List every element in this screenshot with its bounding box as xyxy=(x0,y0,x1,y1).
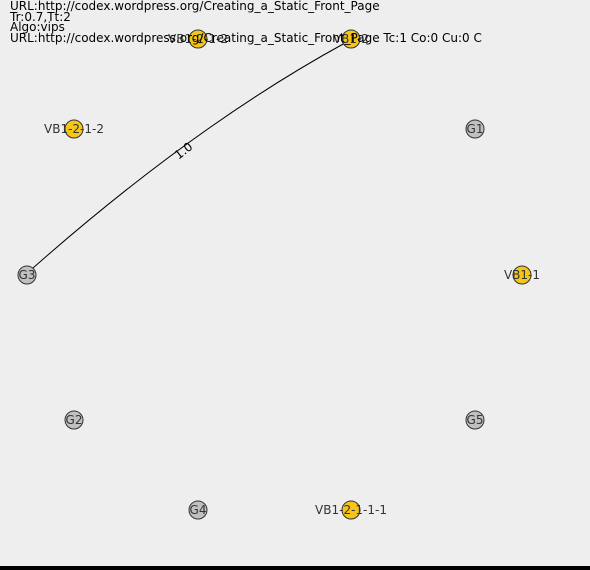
node-label: VB1-2-1-2 xyxy=(44,122,104,136)
node-vb1-1[interactable]: VB1-1 xyxy=(504,265,540,285)
node-label: VB1-1 xyxy=(504,268,540,282)
node-label: G1 xyxy=(467,122,484,136)
node-label: G2 xyxy=(66,413,83,427)
graph-canvas: URL:http://codex.wordpress.org/Creating_… xyxy=(0,0,590,570)
node-g5[interactable]: G5 xyxy=(465,410,485,430)
node-g1[interactable]: G1 xyxy=(465,119,485,139)
node-label: G4 xyxy=(190,503,207,517)
graph-svg: 1.0VB1-2-1-2 VB1-2VB1-2-1-2 G1G3 VB1-1G2 G5G… xyxy=(17,29,540,520)
node-label: VB1-2-1-1-1 xyxy=(315,503,387,517)
node-vb1-2-1-1-1[interactable]: VB1-2-1-1-1 xyxy=(315,500,387,520)
header-detail: URL:http://codex.wordpress.org/Creating_… xyxy=(10,31,482,45)
node-label: G5 xyxy=(467,413,484,427)
edge-weight-label: 1.0 xyxy=(172,139,196,162)
node-g4[interactable]: G4 xyxy=(188,500,208,520)
node-g3[interactable]: G3 xyxy=(17,265,37,285)
node-vb1-2-1-2b[interactable]: VB1-2-1-2 xyxy=(44,119,104,139)
bottom-border xyxy=(0,566,590,570)
node-g2[interactable]: G2 xyxy=(64,410,84,430)
edge-G3-VB1-2 xyxy=(32,42,346,269)
node-label: G3 xyxy=(19,268,36,282)
